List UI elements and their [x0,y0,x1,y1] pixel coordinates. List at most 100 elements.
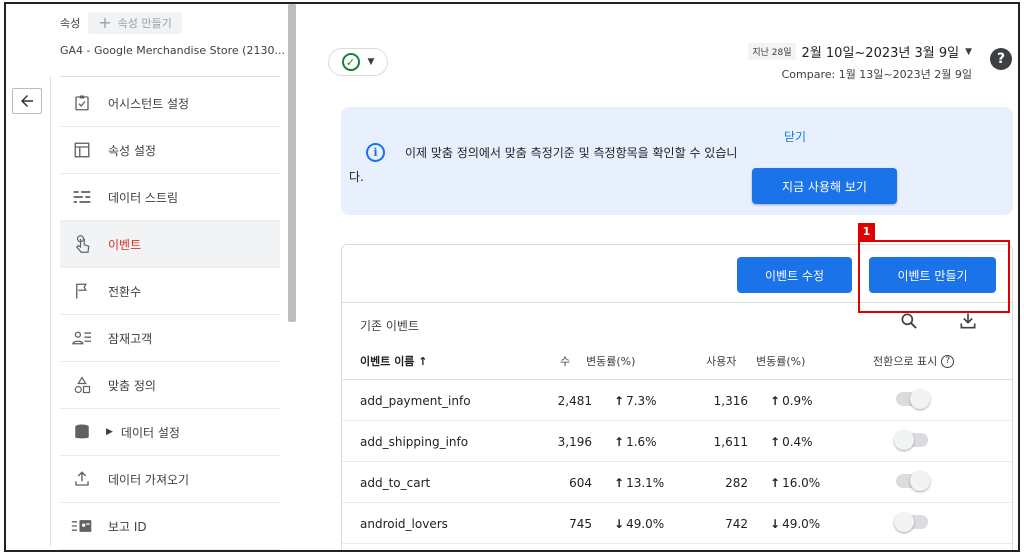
sidebar: 속성 + 속성 만들기 GA4 - Google Merchandise Sto… [6,4,296,550]
toggle-knob [910,389,930,409]
flag-icon [70,282,94,300]
event-name: add_payment_info [360,394,471,408]
create-property-label: 속성 만들기 [117,17,172,30]
event-count: 604 [569,476,592,490]
arrow-up-icon: ↑ [770,476,781,490]
section-title: 기존 이벤트 [360,319,420,333]
chevron-right-icon[interactable]: ▶ [106,427,113,437]
column-header-users[interactable]: 사용자 [706,353,736,369]
date-range-picker[interactable]: 지난 28일 2월 10일~2023년 3월 9일 ▼ Compare: 1월 … [748,42,972,82]
help-icon[interactable]: ? [941,354,955,368]
user-change: ↑ 0.9% [770,394,813,408]
arrow-up-icon: ↑ [614,435,625,449]
count-change: ↑ 13.1% [614,476,664,490]
count-change: ↓ 49.0% [614,517,664,531]
touch-icon [70,234,94,254]
sidebar-item-data-import[interactable]: 데이터 가져오기 [60,456,280,503]
conversion-toggle[interactable] [896,389,930,409]
column-header-count[interactable]: 수 [560,353,570,369]
shapes-icon [70,376,94,394]
change-value: 1.6% [626,435,657,449]
column-header-label: 전환으로 표시 [873,355,938,368]
conversion-toggle[interactable] [894,430,928,450]
step-badge: 1 [858,223,875,240]
property-name[interactable]: GA4 - Google Merchandise Store (2130... [60,44,285,57]
arrow-up-icon: ↑ [614,476,625,490]
count-change: ↑ 1.6% [614,435,657,449]
sidebar-item-conversions[interactable]: 전환수 [60,268,280,315]
divider [60,76,280,77]
sidebar-item-custom-definitions[interactable]: 맞춤 정의 [60,362,280,409]
divider [50,76,51,546]
dismiss-link[interactable]: 닫기 [784,128,806,145]
sidebar-item-label: 보고 ID [108,519,147,534]
toggle-knob [910,471,930,491]
property-header: 속성 + 속성 만들기 [60,12,182,34]
compare-range: Compare: 1월 13일~2023년 2월 9일 [781,68,972,81]
arrow-down-icon: ↓ [614,517,625,531]
arrow-up-icon: ↑ [770,435,781,449]
user-count: 1,611 [713,435,748,449]
edit-event-button[interactable]: 이벤트 수정 [737,257,852,293]
arrow-up-icon: ↑ [614,394,625,408]
arrow-left-icon [21,95,33,107]
property-label: 속성 [60,17,81,30]
report-id-icon [70,518,94,534]
clipboard-check-icon [70,94,94,112]
count-change: ↑ 7.3% [614,394,657,408]
sidebar-scrollbar[interactable] [288,4,296,322]
event-name: add_to_cart [360,476,431,490]
layout-icon [70,141,94,159]
help-icon[interactable]: ? [990,48,1012,70]
table-row: add_shipping_info 3,196 ↑ 1.6% 1,611 ↑ 0.4… [342,421,1012,462]
column-header-name[interactable]: 이벤트 이름 ↑ [360,353,427,369]
back-button[interactable] [12,88,42,114]
audience-icon [70,329,94,347]
column-header-conversion[interactable]: 전환으로 표시 ? [873,353,955,369]
sidebar-item-data-settings[interactable]: ▶ 데이터 설정 [60,409,280,456]
change-value: 0.9% [782,394,813,408]
conversion-toggle[interactable] [896,471,930,491]
info-banner: i 이제 맞춤 정의에서 맞춤 측정기준 및 측정항목을 확인할 수 있습니다.… [341,107,1013,215]
table-row: android_lovers 745 ↓ 49.0% 742 ↓ 49.0% [342,503,1012,544]
sidebar-item-events[interactable]: 이벤트 [60,221,280,268]
app-window: 속성 + 속성 만들기 GA4 - Google Merchandise Sto… [4,2,1020,552]
sidebar-item-data-streams[interactable]: 데이터 스트림 [60,174,280,221]
check-icon: ✓ [341,53,360,71]
create-property-button[interactable]: + 속성 만들기 [88,12,182,34]
sidebar-item-reporting-id[interactable]: 보고 ID [60,503,280,550]
column-header-change[interactable]: 변동률(%) [586,353,635,369]
event-count: 745 [569,517,592,531]
sidebar-item-assistant[interactable]: 어시스턴트 설정 [60,80,280,127]
sidebar-item-label: 데이터 스트림 [108,190,179,205]
event-name: add_shipping_info [360,435,469,449]
stream-icon [70,188,94,206]
banner-message: 이제 맞춤 정의에서 맞춤 측정기준 및 측정항목을 확인할 수 있습니다. [349,146,738,184]
arrow-down-icon: ↓ [770,517,781,531]
user-change: ↑ 16.0% [770,476,820,490]
try-now-button[interactable]: 지금 사용해 보기 [752,168,897,204]
change-value: 0.4% [782,435,813,449]
status-dropdown[interactable]: ✓ ▼ [328,48,388,76]
sidebar-item-label: 데이터 설정 [120,425,180,440]
column-header-change[interactable]: 변동률(%) [756,353,805,369]
annotation-highlight [858,240,1010,313]
user-count: 742 [725,517,748,531]
chevron-down-icon: ▼ [367,57,375,67]
conversion-toggle[interactable] [894,512,928,532]
plus-icon: + [98,13,112,32]
user-change: ↑ 0.4% [770,435,813,449]
sidebar-item-label: 전환수 [108,284,142,299]
search-icon[interactable] [899,311,919,335]
sidebar-item-label: 잠재고객 [108,331,153,346]
event-count: 3,196 [557,435,592,449]
toggle-knob [894,430,914,450]
change-value: 49.0% [626,517,665,531]
arrow-up-icon: ↑ [770,394,781,408]
sidebar-item-audiences[interactable]: 잠재고객 [60,315,280,362]
sidebar-item-label: 어시스턴트 설정 [108,96,190,111]
table-row: add_payment_info 2,481 ↑ 7.3% 1,316 ↑ 0.9% [342,380,1012,421]
sidebar-item-property-settings[interactable]: 속성 설정 [60,127,280,174]
download-icon[interactable] [958,311,978,335]
date-range-label: 2월 10일~2023년 3월 9일 [801,46,960,61]
